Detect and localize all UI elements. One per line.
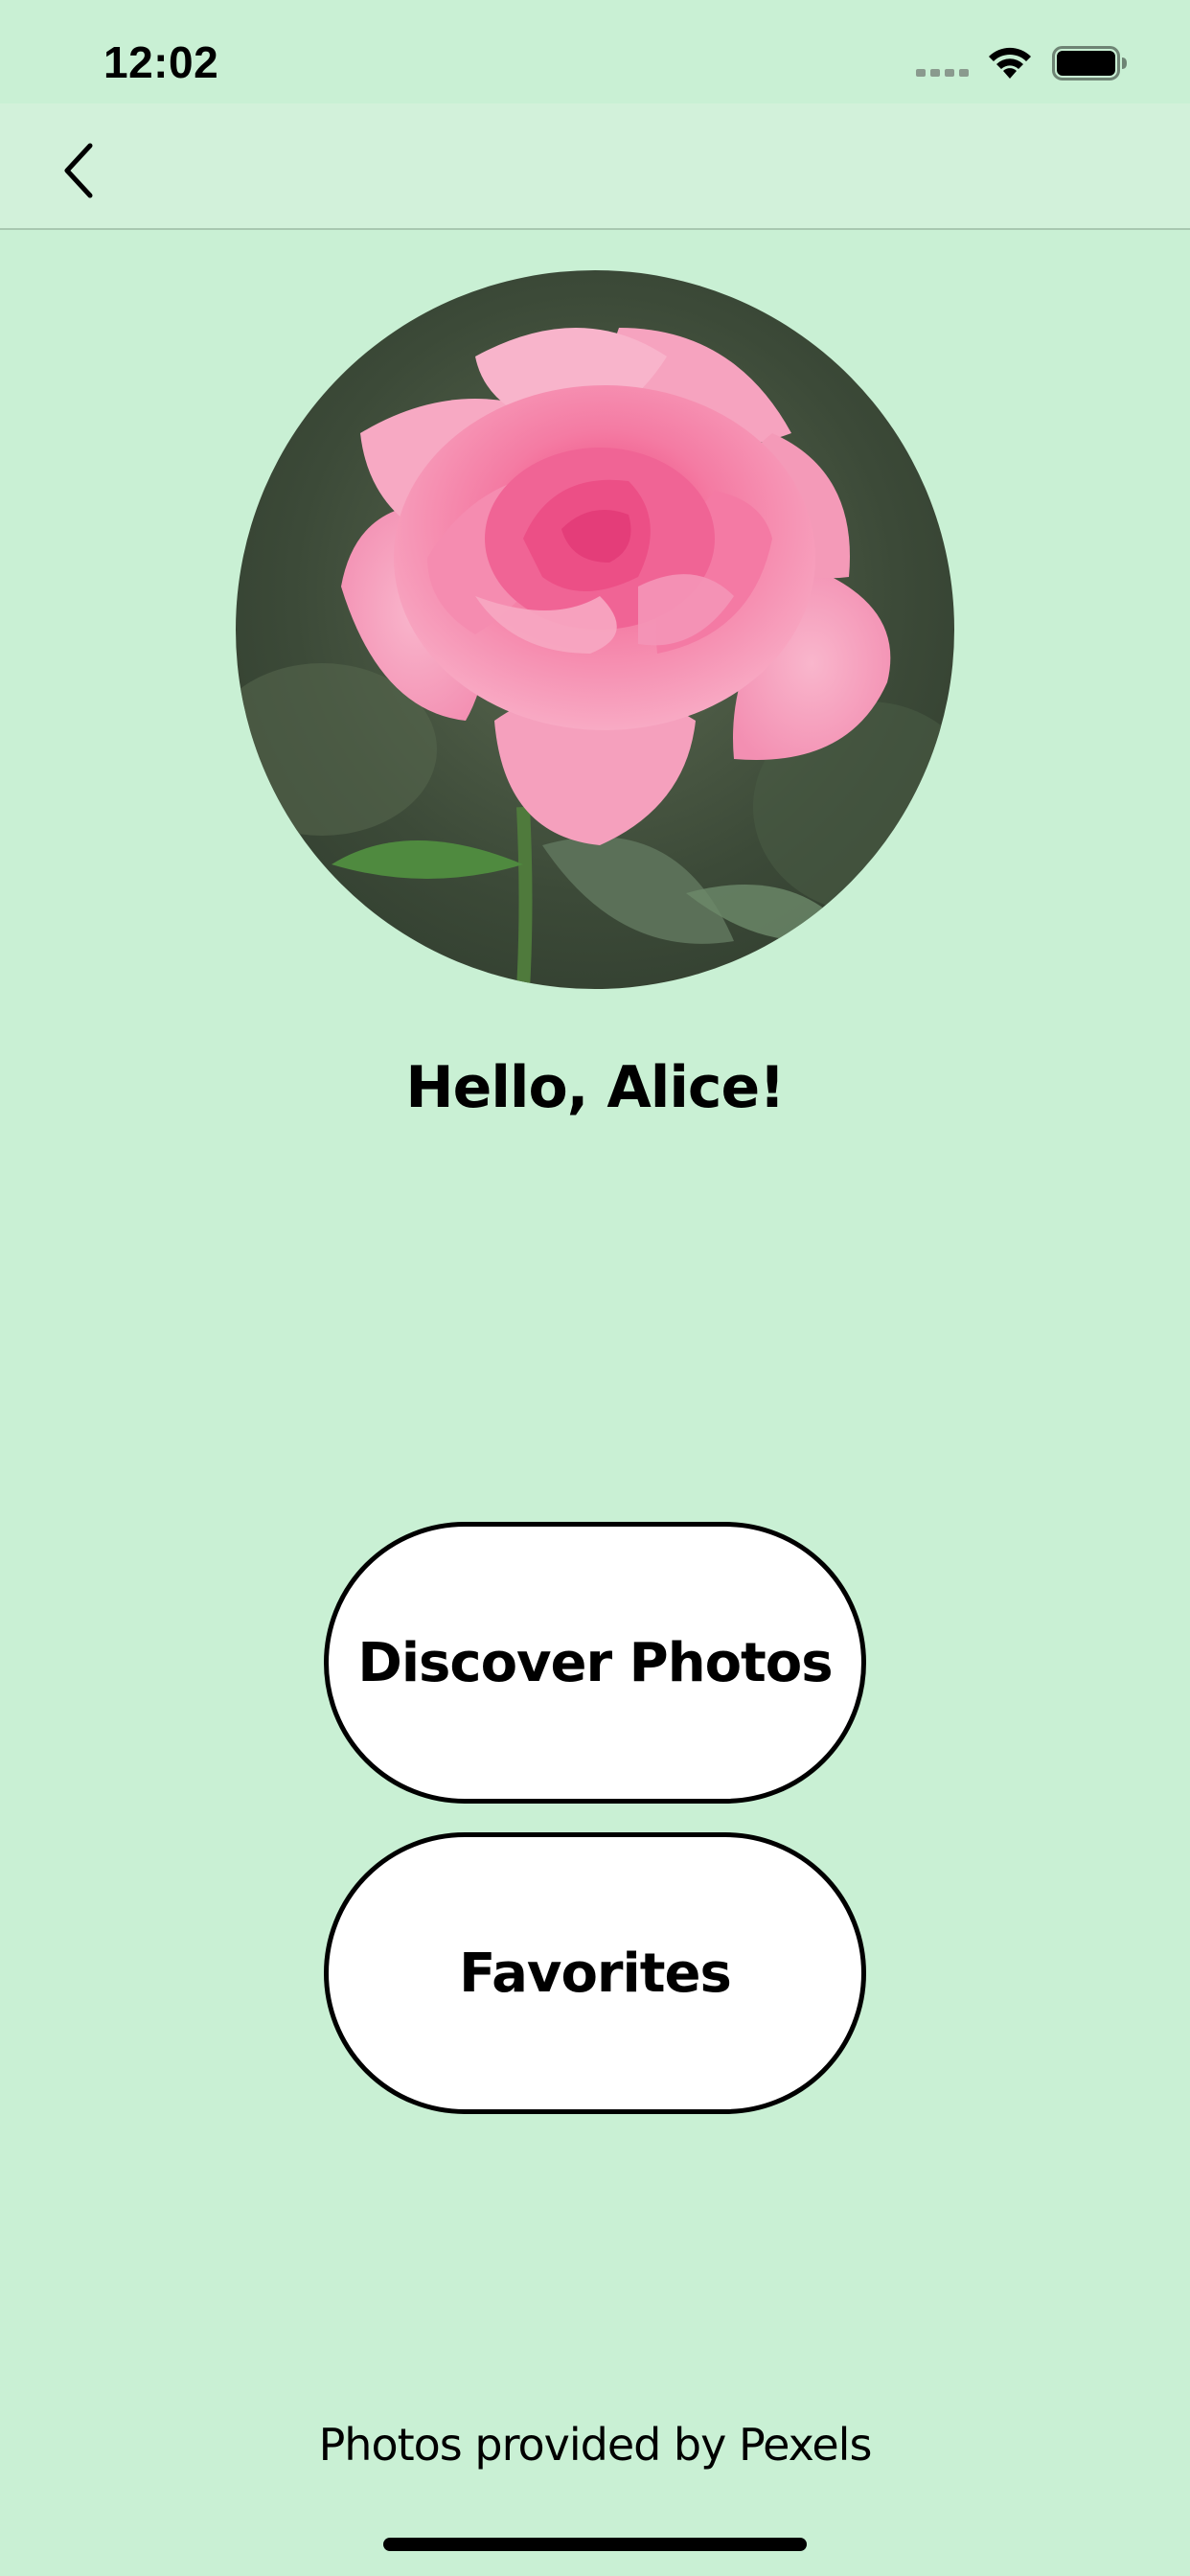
battery-icon bbox=[1052, 46, 1127, 80]
back-button[interactable] bbox=[42, 128, 119, 205]
status-time: 12:02 bbox=[103, 37, 219, 87]
screen: 12:02 Hello, Alice! Discover Photos Favo… bbox=[0, 0, 1190, 2576]
profile-avatar bbox=[236, 270, 954, 989]
rose-image bbox=[236, 270, 954, 989]
photo-credits: Photos provided by Pexels bbox=[318, 2419, 873, 2471]
wifi-icon bbox=[989, 47, 1031, 79]
home-indicator[interactable] bbox=[383, 2538, 807, 2551]
favorites-button[interactable]: Favorites bbox=[324, 1832, 866, 2114]
status-bar: 12:02 bbox=[0, 0, 1190, 104]
chevron-left-icon bbox=[64, 143, 93, 198]
greeting-text: Hello, Alice! bbox=[405, 1054, 785, 1121]
discover-photos-button[interactable]: Discover Photos bbox=[324, 1522, 866, 1804]
cellular-signal-icon bbox=[916, 69, 969, 77]
navigation-bar bbox=[0, 104, 1190, 230]
